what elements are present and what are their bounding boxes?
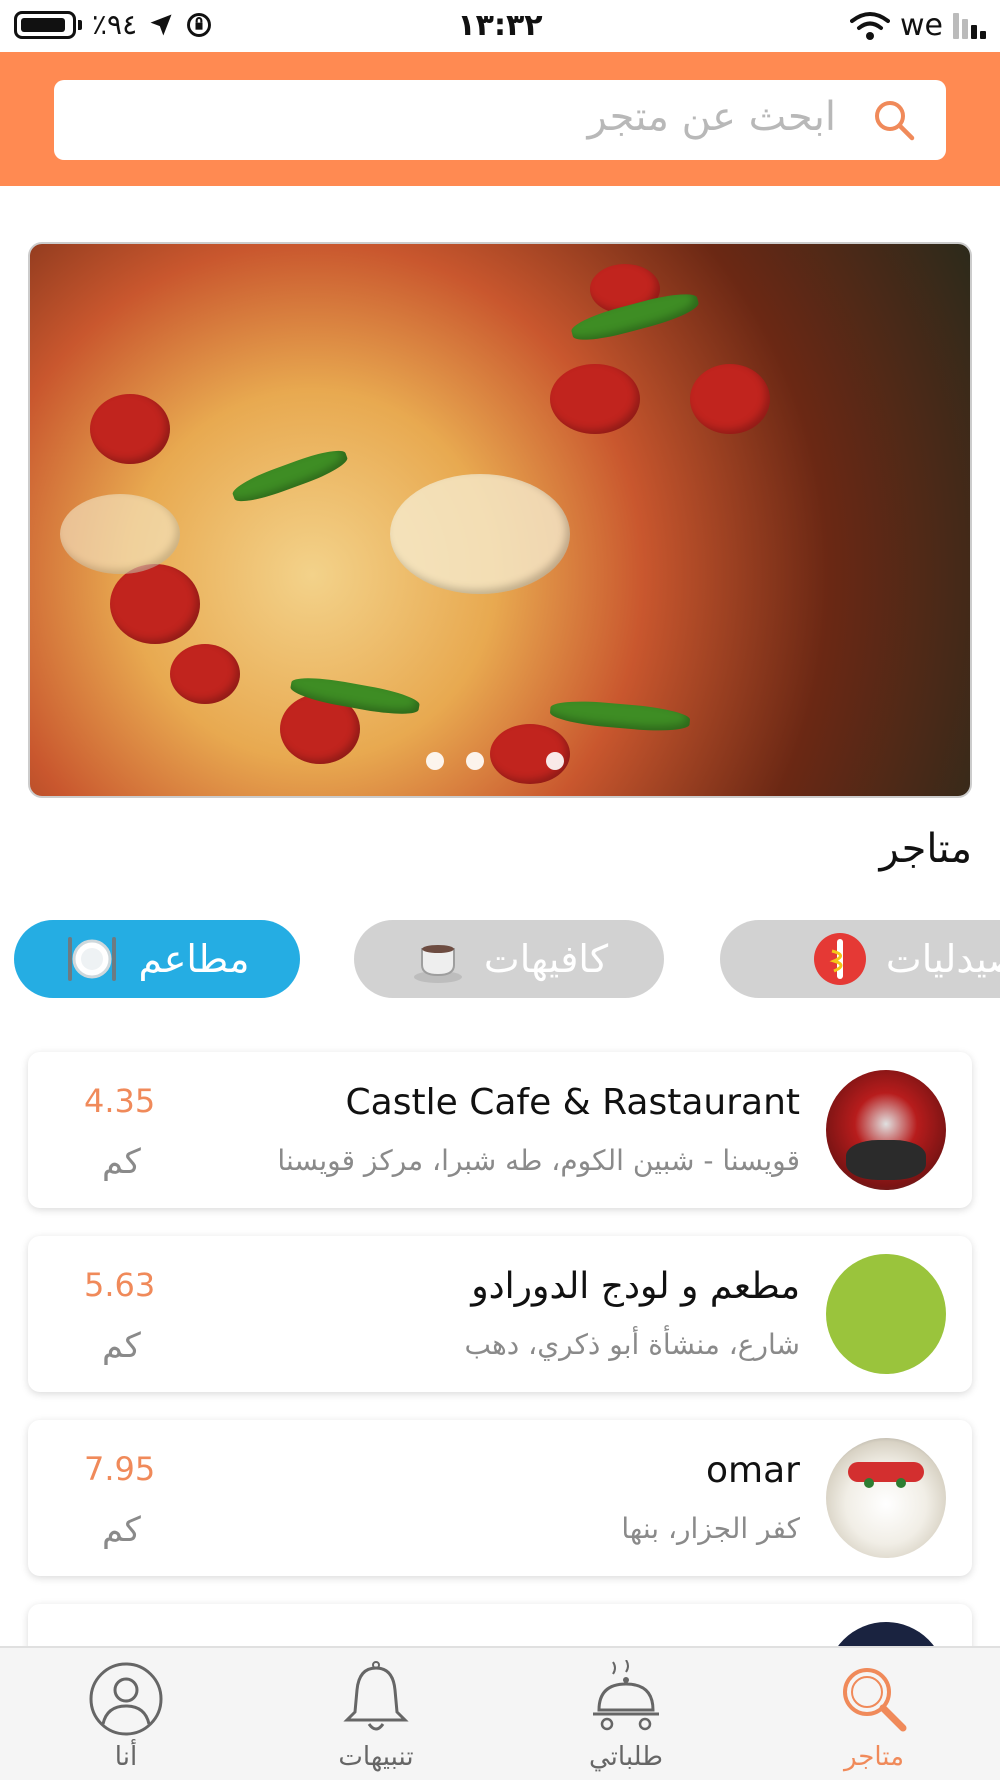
store-distance: 5.63 — [84, 1266, 156, 1304]
coffee-cup-icon — [413, 945, 462, 983]
header: ابحث عن متجر — [0, 52, 1000, 186]
search-input[interactable]: ابحث عن متجر — [54, 80, 946, 160]
search-icon — [843, 1668, 907, 1732]
store-distance: 7.95 — [84, 1450, 156, 1488]
section-title: متاجر — [879, 826, 972, 872]
tab-notifications[interactable]: تنبيهات — [296, 1660, 456, 1772]
store-card[interactable]: omar كفر الجزار، بنها 7.95 كم — [28, 1420, 972, 1576]
user-icon — [89, 1662, 163, 1736]
search-placeholder: ابحث عن متجر — [587, 94, 836, 140]
tab-profile[interactable]: أنا — [46, 1660, 206, 1772]
store-card[interactable]: Castle Cafe & Rastaurant قويسنا - شبين ا… — [28, 1052, 972, 1208]
plate-cutlery-icon — [68, 937, 117, 981]
store-avatar — [826, 1070, 946, 1190]
store-name: omar — [706, 1450, 800, 1491]
pharmacy-icon — [813, 933, 866, 985]
carousel-dot[interactable] — [426, 752, 444, 770]
store-avatar — [826, 1438, 946, 1558]
category-restaurants[interactable]: مطاعم — [14, 920, 300, 998]
carousel-dot[interactable] — [466, 752, 484, 770]
store-avatar — [826, 1254, 946, 1374]
distance-unit: كم — [102, 1326, 141, 1366]
category-label: كافيهات — [483, 937, 609, 981]
tab-label: طلباتي — [589, 1742, 663, 1772]
tab-label: تنبيهات — [338, 1742, 414, 1772]
tab-label: أنا — [114, 1742, 138, 1772]
bell-icon — [343, 1661, 409, 1731]
tab-bar: متاجر طلباتي تنبيهات أنا — [0, 1646, 1000, 1780]
carousel-dots[interactable] — [426, 752, 564, 770]
category-label: مطاعم — [138, 937, 250, 981]
store-address: شارع، منشأة أبو ذكري، دهب — [464, 1328, 800, 1361]
store-address: قويسنا - شبين الكوم، طه شبرا، مركز قويسن… — [277, 1144, 800, 1177]
carousel-dot[interactable] — [546, 752, 564, 770]
signal-icon — [953, 12, 986, 39]
promo-banner[interactable] — [28, 242, 972, 798]
distance-unit: كم — [102, 1142, 141, 1182]
food-tray-icon — [593, 1660, 659, 1731]
store-name: Castle Cafe & Rastaurant — [345, 1082, 800, 1123]
category-label: صيدليات — [885, 937, 1000, 981]
store-address: كفر الجزار، بنها — [621, 1512, 800, 1545]
carrier-name: we — [900, 8, 943, 43]
category-cafes[interactable]: كافيهات — [354, 920, 664, 998]
store-card[interactable]: مطعم و لودج الدورادو شارع، منشأة أبو ذكر… — [28, 1236, 972, 1392]
tab-stores[interactable]: متاجر — [794, 1660, 954, 1772]
category-pharmacies[interactable]: صيدليات — [720, 920, 1000, 998]
tab-label: متاجر — [843, 1742, 905, 1772]
wifi-icon — [850, 11, 890, 40]
search-icon — [875, 101, 915, 141]
banner-image — [30, 244, 970, 796]
distance-unit: كم — [102, 1510, 141, 1550]
store-distance: 4.35 — [84, 1082, 156, 1120]
status-bar: ٪٩٤ ١٣:٣٢ we — [0, 0, 1000, 52]
tab-orders[interactable]: طلباتي — [546, 1660, 706, 1772]
store-name: مطعم و لودج الدورادو — [471, 1266, 800, 1307]
status-right: we — [850, 8, 986, 43]
